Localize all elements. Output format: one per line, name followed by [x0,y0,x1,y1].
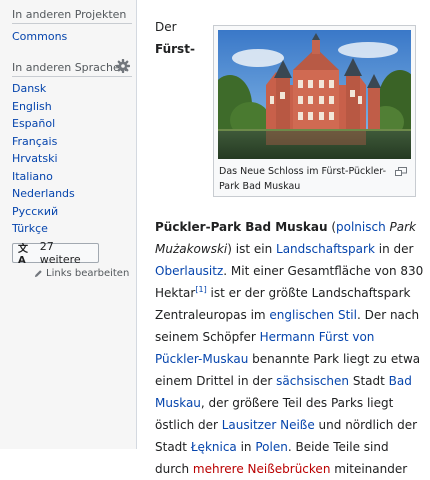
wiki-link[interactable]: Łęknica [191,440,237,454]
wiki-link[interactable]: Lausitzer Neiße [222,418,315,432]
divider [12,23,132,24]
pencil-icon [34,270,42,278]
edit-links-link[interactable]: Links bearbeiten [34,268,129,279]
intro-text: Der [155,20,177,34]
paragraph-text: ) ist ein [227,242,277,256]
wiki-link[interactable]: sächsischen [276,374,349,388]
intro-title: Fürst- [155,42,195,56]
article-paragraph: Pückler-Park Bad Muskau (polnisch Park M… [155,216,425,480]
paragraph-text: Stadt [349,374,389,388]
paragraph-text: miteinander [330,462,408,476]
thumbnail-box: Das Neue Schloss im Fürst-Pückler-Park B… [213,25,416,197]
article-content: Der Fürst- Das Neue Schloss im Fürst-Püc… [137,0,430,476]
wiki-link[interactable]: Landschaftspark [276,242,375,256]
castle-image[interactable] [218,30,411,159]
wiki-link[interactable]: Polen [255,440,287,454]
lang-link-nederlands[interactable]: Nederlands [12,187,75,200]
translate-icon: 文A [18,244,28,266]
divider [12,76,132,77]
paragraph-text: ( [327,220,336,234]
more-languages-button[interactable]: 文A 27 weitere [12,240,99,266]
reference-sup: [1] [195,285,206,294]
magnify-icon[interactable] [395,167,407,176]
lang-link-english[interactable]: English [12,100,52,113]
languages-heading: In anderen Sprachen [12,61,127,74]
thumbnail-caption: Das Neue Schloss im Fürst-Pückler-Park B… [219,166,386,192]
article-subject: Pückler-Park Bad Muskau [155,220,328,234]
lang-link-espanol[interactable]: Español [12,117,55,130]
projects-heading: In anderen Projekten [12,8,127,21]
lang-link-italiano[interactable]: Italiano [12,170,53,183]
wiki-link[interactable]: Oberlausitz [155,264,223,278]
wiki-link[interactable]: mehrere Neißebrücken [193,462,331,476]
more-languages-label: 27 weitere [39,240,81,266]
lang-link-hrvatski[interactable]: Hrvatski [12,152,58,165]
sidebar: In anderen Projekten Commons In anderen … [0,0,137,449]
edit-links-label: Links bearbeiten [46,268,130,279]
lang-link-turkce[interactable]: Türkçe [12,222,48,235]
sidebar-link-commons[interactable]: Commons [12,30,67,43]
lang-link-russkiy[interactable]: Русский [12,205,58,218]
lang-link-francais[interactable]: Français [12,135,57,148]
reference-link[interactable]: [1] [195,285,206,294]
paragraph-text: in [236,440,256,454]
gear-icon[interactable] [116,59,130,73]
lang-link-dansk[interactable]: Dansk [12,82,46,95]
wiki-link[interactable]: englischen Stil [269,308,357,322]
wiki-link[interactable]: polnisch [336,220,386,234]
paragraph-text: in der [374,242,414,256]
